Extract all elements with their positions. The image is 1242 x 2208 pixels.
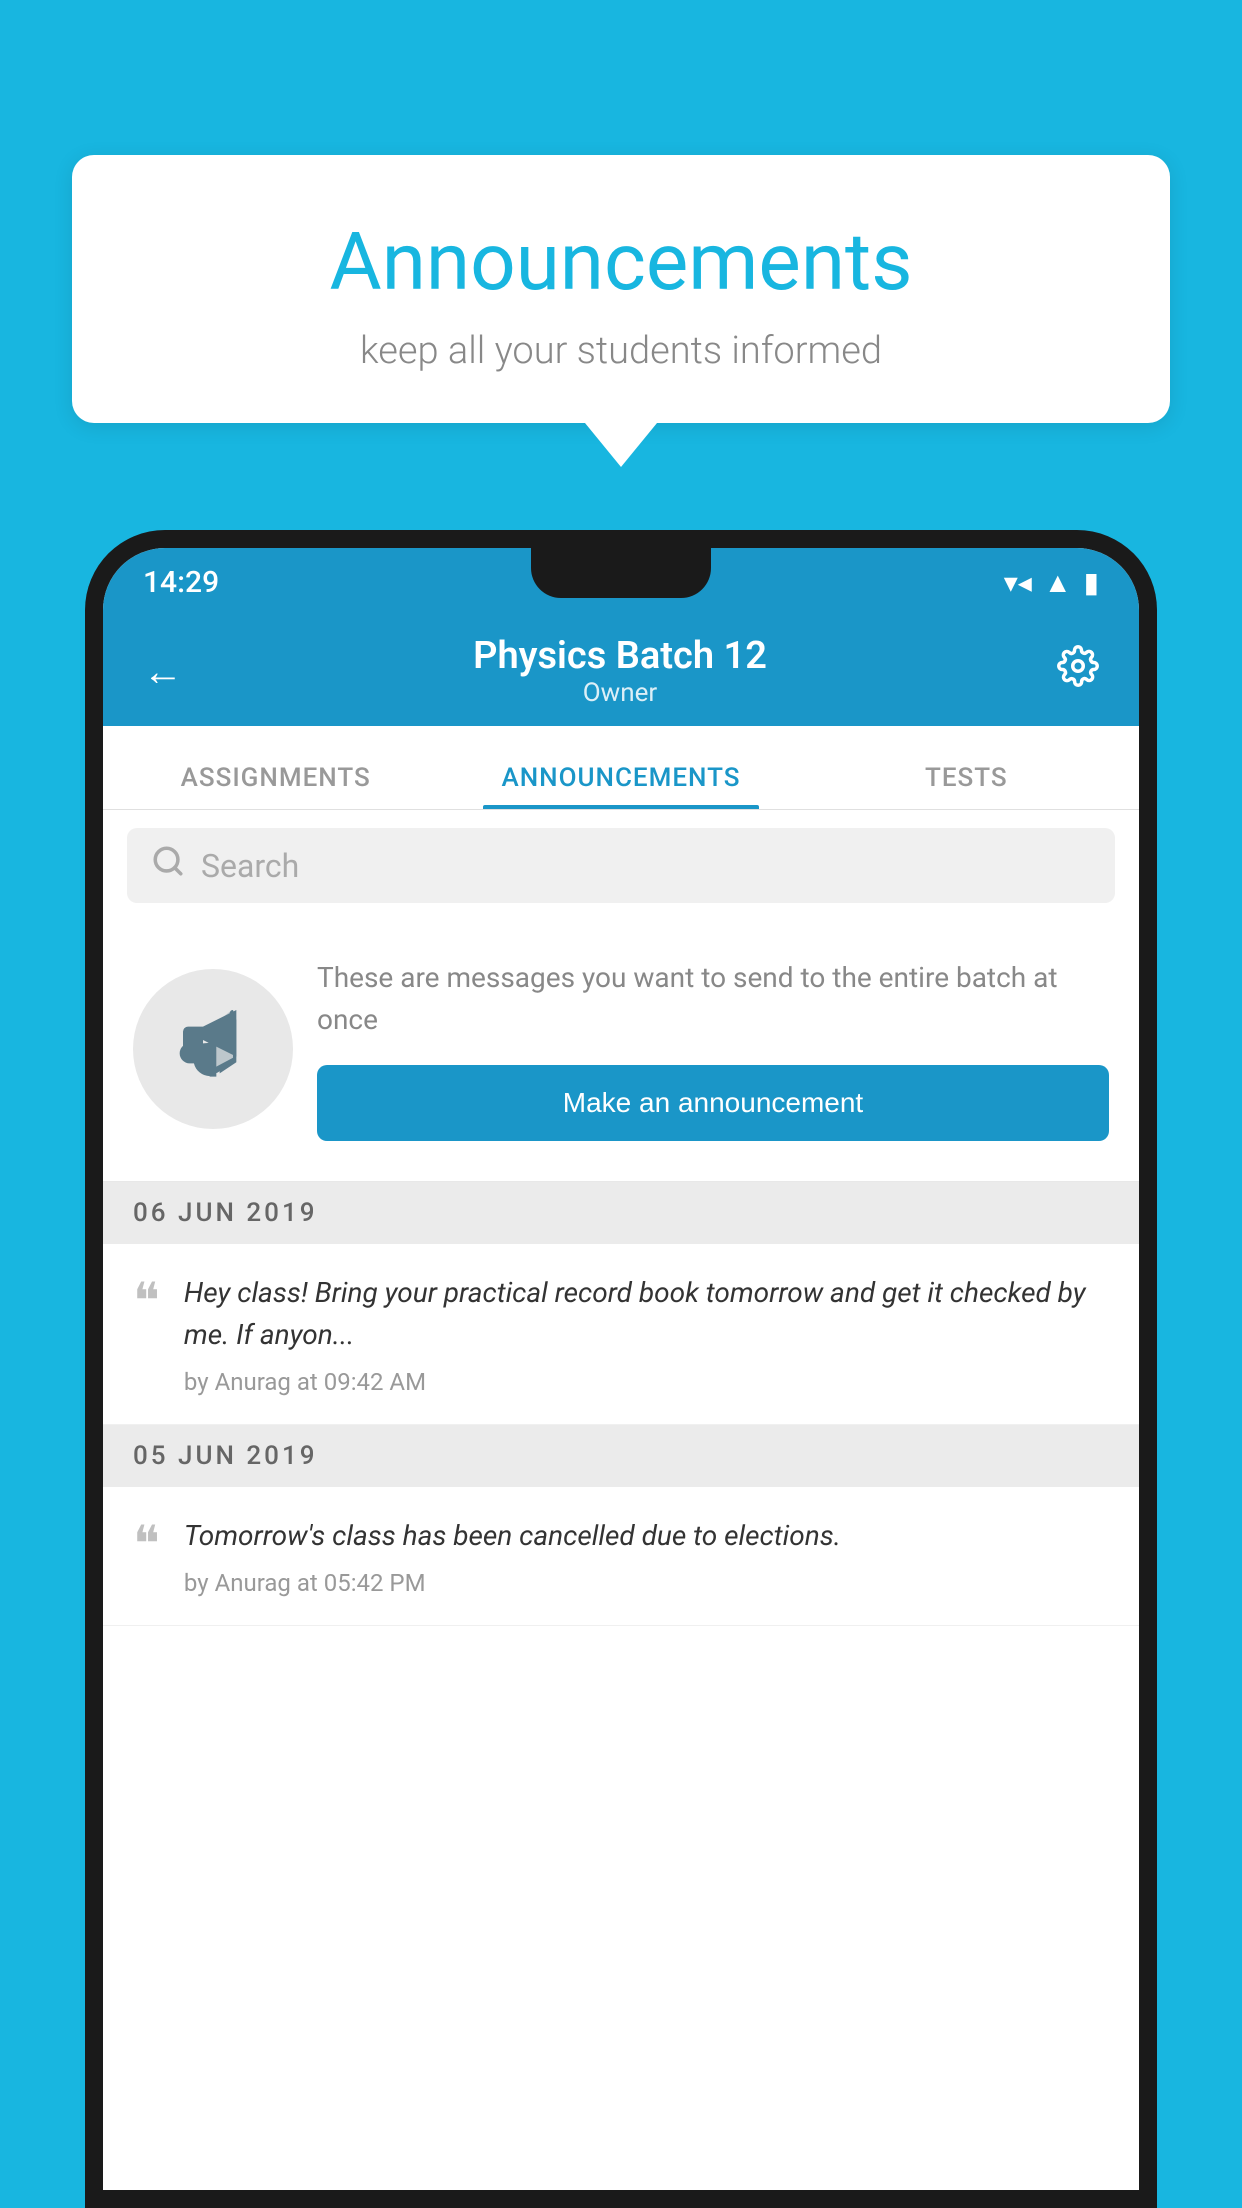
phone-screen: 14:29 ▾◂ ▲ ▮ ← Physics Batch 12 Owner <box>103 548 1139 2190</box>
tab-assignments[interactable]: ASSIGNMENTS <box>103 763 448 809</box>
date-separator-2: 05 JUN 2019 <box>103 1425 1139 1487</box>
status-time: 14:29 <box>143 565 219 600</box>
promo-card: These are messages you want to send to t… <box>103 921 1139 1182</box>
promo-icon-circle <box>133 969 293 1129</box>
date-separator-1: 06 JUN 2019 <box>103 1182 1139 1244</box>
status-icons: ▾◂ ▲ ▮ <box>1004 566 1099 599</box>
wifi-icon: ▾◂ <box>1004 566 1032 599</box>
announcement-item-2[interactable]: ❝ Tomorrow's class has been cancelled du… <box>103 1487 1139 1626</box>
app-bar-title: Physics Batch 12 <box>193 634 1047 678</box>
signal-icon: ▲ <box>1044 566 1072 599</box>
speech-bubble-card: Announcements keep all your students inf… <box>72 155 1170 423</box>
settings-button[interactable] <box>1047 635 1109 707</box>
announcement-message-2: Tomorrow's class has been cancelled due … <box>184 1515 1109 1557</box>
megaphone-icon <box>173 1000 253 1098</box>
search-input-wrapper[interactable]: Search <box>127 828 1115 903</box>
promo-description: These are messages you want to send to t… <box>317 957 1109 1041</box>
make-announcement-button[interactable]: Make an announcement <box>317 1065 1109 1141</box>
announcement-meta-2: by Anurag at 05:42 PM <box>184 1569 1109 1597</box>
search-container: Search <box>103 810 1139 921</box>
app-bar: ← Physics Batch 12 Owner <box>103 616 1139 726</box>
back-button[interactable]: ← <box>133 638 193 705</box>
notch <box>531 548 711 598</box>
speech-bubble-title: Announcements <box>132 215 1110 309</box>
app-bar-title-container: Physics Batch 12 Owner <box>193 634 1047 708</box>
battery-icon: ▮ <box>1084 566 1099 599</box>
announcement-item-1[interactable]: ❝ Hey class! Bring your practical record… <box>103 1244 1139 1425</box>
tab-announcements[interactable]: ANNOUNCEMENTS <box>448 763 793 809</box>
speech-bubble-arrow <box>585 423 657 467</box>
tabs-container: ASSIGNMENTS ANNOUNCEMENTS TESTS <box>103 726 1139 810</box>
quote-icon-1: ❝ <box>133 1276 160 1326</box>
tab-tests[interactable]: TESTS <box>794 763 1139 809</box>
announcement-text-2: Tomorrow's class has been cancelled due … <box>184 1515 1109 1597</box>
speech-bubble-subtitle: keep all your students informed <box>132 329 1110 373</box>
speech-bubble-section: Announcements keep all your students inf… <box>72 155 1170 467</box>
phone-mockup: 14:29 ▾◂ ▲ ▮ ← Physics Batch 12 Owner <box>85 530 1157 2208</box>
status-bar: 14:29 ▾◂ ▲ ▮ <box>103 548 1139 616</box>
promo-text-area: These are messages you want to send to t… <box>317 957 1109 1141</box>
content-area: Search <box>103 810 1139 1626</box>
app-bar-subtitle: Owner <box>193 678 1047 708</box>
phone-frame: 14:29 ▾◂ ▲ ▮ ← Physics Batch 12 Owner <box>85 530 1157 2208</box>
announcement-text-1: Hey class! Bring your practical record b… <box>184 1272 1109 1396</box>
quote-icon-2: ❝ <box>133 1519 160 1569</box>
announcement-meta-1: by Anurag at 09:42 AM <box>184 1368 1109 1396</box>
search-placeholder: Search <box>201 847 299 885</box>
search-icon <box>151 844 185 887</box>
announcement-message-1: Hey class! Bring your practical record b… <box>184 1272 1109 1356</box>
